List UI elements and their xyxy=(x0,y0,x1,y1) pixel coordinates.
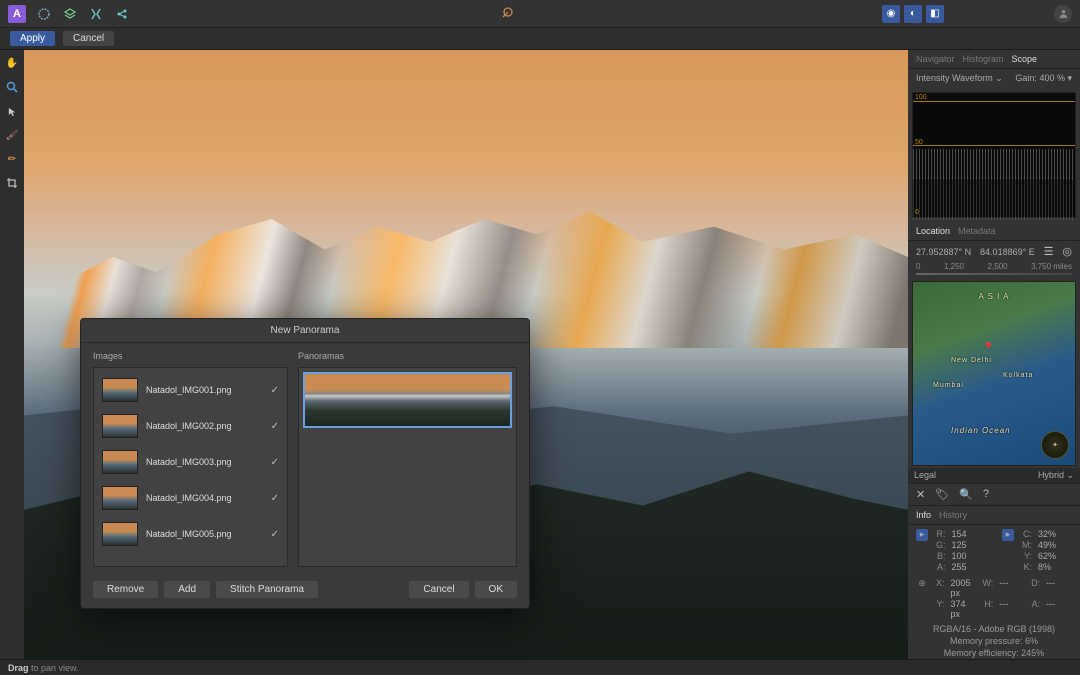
image-thumbnail xyxy=(102,378,138,402)
color-target-icon[interactable] xyxy=(498,6,514,22)
check-icon: ✓ xyxy=(271,385,279,396)
tab-info[interactable]: Info xyxy=(916,510,931,520)
image-list-item[interactable]: Natadol_IMG001.png ✓ xyxy=(98,372,283,408)
check-icon: ✓ xyxy=(271,421,279,432)
crop-tool-icon[interactable] xyxy=(5,176,19,190)
zoom-tool-icon[interactable] xyxy=(5,80,19,94)
image-list-item[interactable]: Natadol_IMG003.png ✓ xyxy=(98,444,283,480)
memory-efficiency: Memory efficiency: 245% xyxy=(908,647,1080,659)
panel-tabs-top: Navigator Histogram Scope xyxy=(908,50,1080,69)
tag-icon[interactable]: 🏷 xyxy=(935,488,949,501)
image-filename: Natadol_IMG001.png xyxy=(146,385,263,395)
tab-histogram[interactable]: Histogram xyxy=(963,54,1004,64)
check-icon: ✓ xyxy=(271,529,279,540)
user-account-icon[interactable] xyxy=(1054,5,1072,23)
status-bar: Drag to pan view. xyxy=(0,659,1080,675)
dialog-title: New Panorama xyxy=(81,319,529,343)
map-scale: 01,2502,5003,750 miles xyxy=(908,262,1080,271)
tool-column: ✋ 🖌 ✏ xyxy=(0,50,24,659)
image-list-item[interactable]: Natadol_IMG002.png ✓ xyxy=(98,408,283,444)
waveform-scope: 100 50 0 xyxy=(912,92,1076,218)
image-filename: Natadol_IMG002.png xyxy=(146,421,263,431)
brush-tool-icon[interactable]: 🖌 xyxy=(5,128,19,142)
check-icon: ✓ xyxy=(271,457,279,468)
mirror-icon[interactable] xyxy=(88,6,104,22)
action-bar: Apply Cancel xyxy=(0,28,1080,50)
cancel-button[interactable]: Cancel xyxy=(63,31,114,46)
help-icon[interactable]: ? xyxy=(983,488,989,500)
view-mode-3[interactable]: ◧ xyxy=(926,5,944,23)
eraser-tool-icon[interactable]: ✏ xyxy=(5,152,19,166)
eyedropper-cmyk-icon[interactable]: ▸ xyxy=(1002,529,1014,541)
top-toolbar: A ◉ ◐ ◧ xyxy=(0,0,1080,28)
images-header: Images xyxy=(93,351,288,361)
pointer-tool-icon[interactable] xyxy=(5,104,19,118)
source-images-list[interactable]: Natadol_IMG001.png✓Natadol_IMG002.png✓Na… xyxy=(93,367,288,567)
locate-icon[interactable]: ☰ xyxy=(1044,245,1054,258)
map-mode-select[interactable]: Hybrid ⌄ xyxy=(1038,470,1074,481)
gain-value[interactable]: 400 % xyxy=(1039,73,1065,83)
eyedropper-rgb-icon[interactable]: ▸ xyxy=(916,529,928,541)
image-filename: Natadol_IMG004.png xyxy=(146,493,263,503)
adjust-icon[interactable] xyxy=(36,6,52,22)
dialog-cancel-button[interactable]: Cancel xyxy=(409,581,468,598)
view-mode-1[interactable]: ◉ xyxy=(882,5,900,23)
compass-icon[interactable]: ✦ xyxy=(1041,431,1069,459)
location-map[interactable]: A S I A New Delhi Mumbai Kolkata Indian … xyxy=(912,281,1076,466)
tab-history[interactable]: History xyxy=(939,510,967,520)
tab-scope[interactable]: Scope xyxy=(1012,54,1038,64)
hand-tool-icon[interactable]: ✋ xyxy=(5,56,19,70)
tab-navigator[interactable]: Navigator xyxy=(916,54,955,64)
apply-button[interactable]: Apply xyxy=(10,31,55,46)
gps-lon: 84.018869° E xyxy=(980,247,1035,257)
memory-pressure: Memory pressure: 6% xyxy=(908,635,1080,647)
target-icon[interactable]: ◎ xyxy=(1062,245,1072,258)
image-thumbnail xyxy=(102,450,138,474)
map-pin-icon xyxy=(985,341,992,348)
stitch-panorama-button[interactable]: Stitch Panorama xyxy=(216,581,318,598)
image-filename: Natadol_IMG003.png xyxy=(146,457,263,467)
image-list-item[interactable]: Natadol_IMG005.png ✓ xyxy=(98,516,283,552)
crosshair-icon: ⊕ xyxy=(916,578,928,590)
tab-metadata[interactable]: Metadata xyxy=(958,226,996,236)
tab-location[interactable]: Location xyxy=(916,226,950,236)
app-icon[interactable]: A xyxy=(8,5,26,23)
image-thumbnail xyxy=(102,414,138,438)
panoramas-header: Panoramas xyxy=(298,351,517,361)
add-button[interactable]: Add xyxy=(164,581,210,598)
panorama-thumbnail[interactable] xyxy=(303,372,512,428)
image-filename: Natadol_IMG005.png xyxy=(146,529,263,539)
new-panorama-dialog: New Panorama Images Natadol_IMG001.png✓N… xyxy=(80,318,530,609)
image-thumbnail xyxy=(102,486,138,510)
check-icon: ✓ xyxy=(271,493,279,504)
map-legal-link[interactable]: Legal xyxy=(914,470,936,480)
dialog-ok-button[interactable]: OK xyxy=(475,581,517,598)
share-icon[interactable] xyxy=(114,6,130,22)
view-mode-group: ◉ ◐ ◧ xyxy=(882,5,944,23)
gps-lat: 27.952887° N xyxy=(916,247,971,257)
color-profile: RGBA/16 - Adobe RGB (1998) xyxy=(908,623,1080,635)
right-panel: Navigator Histogram Scope Intensity Wave… xyxy=(908,50,1080,659)
waveform-mode-select[interactable]: Intensity Waveform ⌄ xyxy=(916,73,1003,84)
layers-icon[interactable] xyxy=(62,6,78,22)
panorama-preview-list[interactable] xyxy=(298,367,517,567)
image-thumbnail xyxy=(102,522,138,546)
close-icon[interactable]: ✕ xyxy=(916,488,925,501)
search-icon[interactable]: 🔍 xyxy=(959,488,973,501)
image-list-item[interactable]: Natadol_IMG004.png ✓ xyxy=(98,480,283,516)
remove-button[interactable]: Remove xyxy=(93,581,158,598)
view-mode-2[interactable]: ◐ xyxy=(904,5,922,23)
